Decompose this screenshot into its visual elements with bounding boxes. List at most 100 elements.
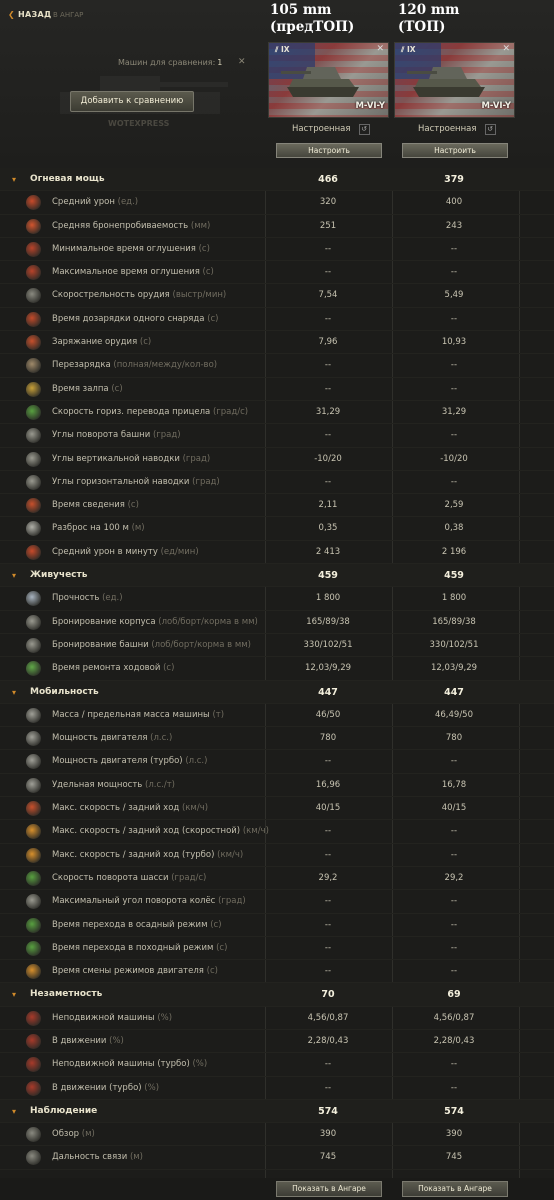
column-2-value: 4,56/0,87 <box>433 1012 475 1023</box>
column-2-value: -- <box>450 896 458 907</box>
engine-mode-icon <box>26 964 41 980</box>
stat-row: Время ремонта ходовой (с) 12,03/9,29 12,03… <box>0 657 554 681</box>
stat-row: Средняя бронепробиваемость (мм) 251 243 <box>0 215 554 238</box>
compare-count-value: 1 <box>217 58 223 67</box>
stat-row: Макс. скорость / задний ход (км/ч) 40/15 4… <box>0 797 554 821</box>
stat-label: Разброс на 100 м (м) <box>52 523 145 534</box>
stat-row: Средний урон (ед.) 320 400 <box>0 191 554 215</box>
comparison-header: ❮ НАЗАД В АНГАР Машин для сравнения: 1 ✕ Д… <box>0 0 554 168</box>
stat-unit: (%) <box>192 1059 208 1070</box>
chevron-left-icon: ❮ <box>8 10 16 19</box>
stat-unit: (град/с) <box>171 872 207 883</box>
stat-row: Время смены режимов двигателя (с) -- -- <box>0 960 554 984</box>
column-2-value: 12,03/9,29 <box>430 663 478 674</box>
vehicle-card-1[interactable]: ⫽ IX ✕ M-VI-Y <box>268 42 389 118</box>
stat-label: Минимальное время оглушения (с) <box>52 243 210 254</box>
section-header-row[interactable]: ▾ Огневая мощь 466 379 <box>0 168 554 192</box>
configure-button-2[interactable]: Настроить <box>402 143 508 158</box>
column-2-value: 10,93 <box>441 337 467 348</box>
stat-row: Скорострельность орудия (выстр/мин) 7,54 5… <box>0 284 554 308</box>
stat-unit: (ед/мин) <box>160 546 199 557</box>
stat-row: Углы вертикальной наводки (град) -10/20 -1… <box>0 448 554 471</box>
stat-label: Углы поворота башни (град) <box>52 430 181 441</box>
stat-unit: (лоб/борт/корма в мм) <box>151 639 251 650</box>
config-status-1: Настроенная ↺ <box>292 124 370 135</box>
column-2-value: -- <box>450 243 458 254</box>
column-2-value: -- <box>450 383 458 394</box>
stat-unit: (%) <box>157 1012 173 1023</box>
stun-min-icon <box>26 241 41 257</box>
stat-unit: (%) <box>109 1035 124 1046</box>
show-in-hangar-button-2[interactable]: Показать в Ангаре <box>402 1181 508 1197</box>
stat-row: Минимальное время оглушения (с) -- -- <box>0 238 554 262</box>
stat-row: В движении (%) 2,28/0,43 2,28/0,43 <box>0 1030 554 1054</box>
tier-badge: ⫽ IX <box>401 45 416 54</box>
close-icon[interactable]: ✕ <box>376 44 384 54</box>
show-in-hangar-button-1[interactable]: Показать в Ангаре <box>276 1181 382 1197</box>
column-1-value: -- <box>324 243 332 254</box>
stat-row: Разброс на 100 м (м) 0,35 0,38 <box>0 517 554 541</box>
power-ratio-icon <box>26 777 41 793</box>
traverse-aim-icon <box>26 404 41 420</box>
stat-unit: (с) <box>111 383 123 394</box>
chevron-down-icon[interactable]: ▾ <box>12 688 16 697</box>
stat-label: Макс. скорость / задний ход (км/ч) <box>52 803 209 814</box>
stat-unit: (с) <box>210 919 222 930</box>
stat-unit: (с) <box>202 267 214 278</box>
camo-stationary-icon <box>26 1010 41 1026</box>
footer-bar: Показать в Ангаре Показать в Ангаре <box>0 1178 554 1200</box>
radio-range-icon <box>26 1150 41 1166</box>
stat-row: Макс. скорость / задний ход (турбо) (км/… <box>0 844 554 867</box>
column-1-value: 459 <box>318 570 338 582</box>
stat-unit: (м) <box>129 1152 143 1163</box>
reset-icon[interactable]: ↺ <box>484 124 496 135</box>
stat-unit: (л.с./т) <box>145 779 175 790</box>
configure-button-1[interactable]: Настроить <box>276 143 382 158</box>
chevron-down-icon[interactable]: ▾ <box>12 571 16 580</box>
stat-label: В движении (%) <box>52 1035 124 1046</box>
section-header-row[interactable]: ▾ Незаметность 70 69 <box>0 983 554 1007</box>
engine-icon <box>26 731 41 747</box>
column-2-value: -- <box>450 360 458 371</box>
tier-badge: ⫽ IX <box>275 45 290 54</box>
column-1-value: 4,56/0,87 <box>307 1012 349 1023</box>
column-2-value: -- <box>450 313 458 324</box>
engine-turbo-icon <box>26 754 41 770</box>
add-to-compare-button[interactable]: Добавить к сравнению <box>70 91 194 112</box>
reset-icon[interactable]: ↺ <box>358 124 370 135</box>
column-2-value: -- <box>450 1082 458 1093</box>
turret-armor-icon <box>26 637 41 653</box>
stat-label: Средний урон в минуту (ед/мин) <box>52 546 199 557</box>
column-2-value: 0,38 <box>444 523 464 534</box>
stat-label: Скорость поворота шасси (град/с) <box>52 872 207 883</box>
column-1-value: -- <box>324 756 332 767</box>
chevron-down-icon[interactable]: ▾ <box>12 990 16 999</box>
column-1-value: -- <box>324 313 332 324</box>
chevron-down-icon[interactable]: ▾ <box>12 1107 16 1116</box>
section-label: Мобильность <box>30 686 99 697</box>
section-header-row[interactable]: ▾ Живучесть 459 459 <box>0 564 554 588</box>
section-header-row[interactable]: ▾ Мобильность 447 447 <box>0 680 554 704</box>
stat-unit: (град) <box>218 896 246 907</box>
chevron-down-icon[interactable]: ▾ <box>12 175 16 184</box>
stat-unit: (с) <box>207 313 219 324</box>
hull-armor-icon <box>26 614 41 630</box>
column-1-value: -- <box>324 1082 332 1093</box>
column-2-value: 390 <box>445 1129 463 1140</box>
column-2-value: -- <box>450 756 458 767</box>
vehicle-card-2[interactable]: ⫽ IX ✕ M-VI-Y <box>394 42 515 118</box>
stat-unit: (с) <box>198 243 210 254</box>
autoloader-icon <box>26 358 41 374</box>
close-icon[interactable]: ✕ <box>502 44 510 54</box>
clear-compare-icon[interactable]: ✕ <box>238 57 246 67</box>
salvo-icon <box>26 381 41 397</box>
stat-label: Дальность связи (м) <box>52 1152 143 1163</box>
column-2-value: -- <box>450 942 458 953</box>
column-1-value: 165/89/38 <box>306 616 350 627</box>
damage-icon <box>26 195 41 211</box>
back-button[interactable]: ❮ НАЗАД <box>8 10 51 19</box>
section-header-row[interactable]: ▾ Наблюдение 574 574 <box>0 1099 554 1124</box>
column-1-value: -- <box>324 826 332 837</box>
tank-name: M-VI-Y <box>481 101 511 111</box>
column-2-value: 5,49 <box>444 290 464 301</box>
